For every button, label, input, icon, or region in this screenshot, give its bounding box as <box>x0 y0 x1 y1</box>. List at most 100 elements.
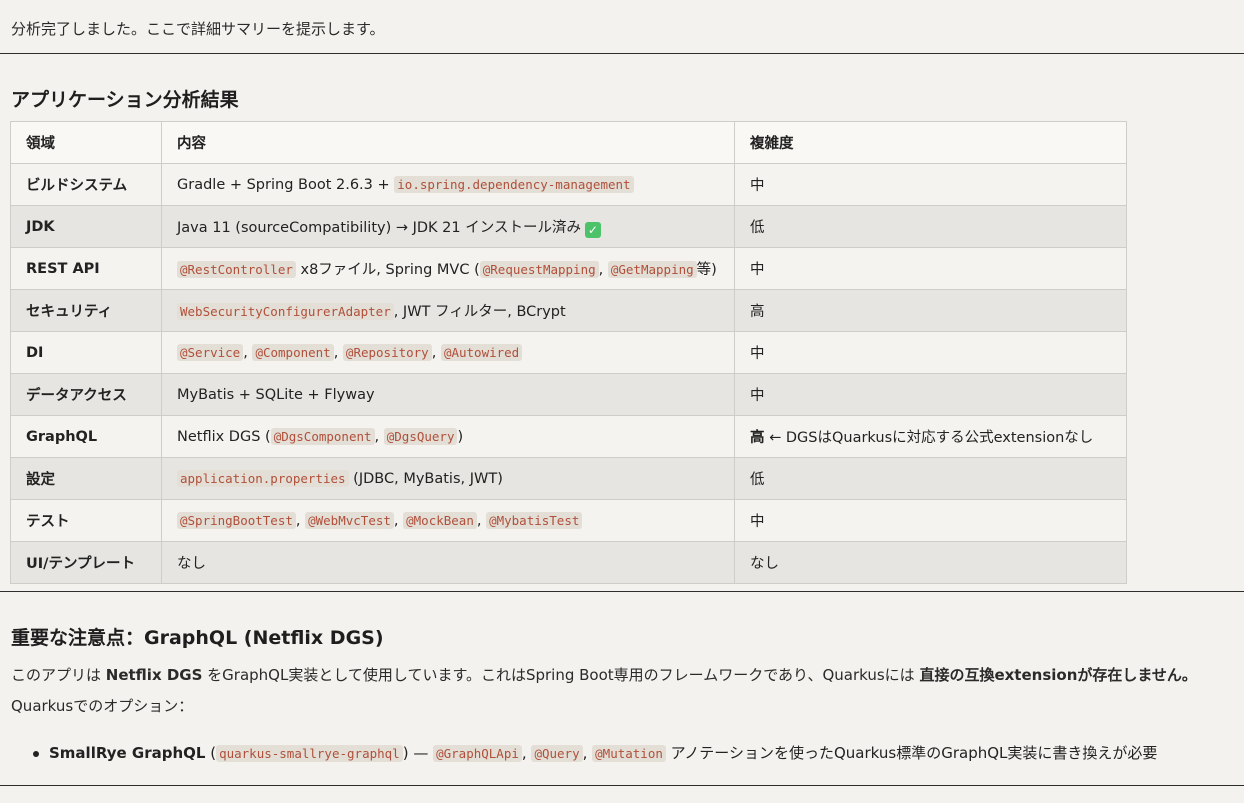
cell-content: MyBatis + SQLite + Flyway <box>161 373 735 416</box>
cell-area: 設定 <box>10 457 162 500</box>
text-segment: 中 <box>750 178 765 194</box>
text-segment: 低 <box>750 472 765 488</box>
text-segment: アノテーションを使ったQuarkus標準のGraphQL実装に書き換えが必要 <box>665 744 1158 762</box>
text-segment: , <box>598 262 608 278</box>
inline-code: @Component <box>252 343 334 361</box>
cell-area: DI <box>10 331 162 374</box>
bold-text: SmallRye GraphQL <box>49 744 206 762</box>
cell-complexity: 低 <box>734 457 1127 500</box>
check-icon: ✓ <box>584 221 601 238</box>
text-segment: 中 <box>750 346 765 362</box>
inline-code: WebSecurityConfigurerAdapter <box>177 303 394 320</box>
text-segment: (JDBC, MyBatis, JWT) <box>348 470 503 487</box>
note-paragraph: このアプリは Netflix DGS をGraphQL実装として使用しています。… <box>11 664 1197 686</box>
text-segment: 等) <box>696 262 717 278</box>
text-segment: x8ファイル, Spring MVC ( <box>295 262 480 278</box>
text-segment: , <box>476 512 487 529</box>
cell-complexity: 高 <box>734 289 1127 332</box>
inline-code: @RestController <box>177 261 296 278</box>
inline-code: quarkus-smallrye-graphql <box>216 745 403 762</box>
inline-code: @GraphQLApi <box>433 745 522 762</box>
bold-text: 直接の互換extensionが存在しません。 <box>919 666 1197 684</box>
text-segment: 中 <box>750 262 765 278</box>
text-segment: , <box>521 744 532 762</box>
cell-complexity: 中 <box>734 247 1127 290</box>
cell-content: Java 11 (sourceCompatibility) → JDK 21 イ… <box>161 205 735 248</box>
inline-code: @Query <box>531 745 583 762</box>
cell-content: @RestController x8ファイル, Spring MVC (@Req… <box>161 247 735 290</box>
cell-area: REST API <box>10 247 162 290</box>
inline-code: @MockBean <box>403 511 477 529</box>
text-segment: Gradle + Spring Boot 2.6.3 + <box>177 176 395 193</box>
table-header-row: 領域 内容 複雑度 <box>10 121 1127 164</box>
section-title-analysis: アプリケーション分析結果 <box>11 89 239 111</box>
text-segment: , <box>333 344 343 361</box>
cell-complexity: 中 <box>734 373 1127 416</box>
text-segment: 中 <box>750 514 765 530</box>
options-list: SmallRye GraphQL (quarkus-smallrye-graph… <box>11 742 1157 765</box>
inline-code: @DgsComponent <box>270 427 375 445</box>
text-segment: , <box>582 744 593 762</box>
bold-text: Netflix DGS <box>105 666 203 684</box>
text-segment: Java 11 (sourceCompatibility) → JDK 21 イ… <box>177 219 581 236</box>
cell-complexity: なし <box>734 541 1127 584</box>
text-segment: なし <box>177 556 206 572</box>
cell-area: JDK <box>10 205 162 248</box>
cell-content: application.properties (JDBC, MyBatis, J… <box>161 457 735 500</box>
cell-area: テスト <box>10 499 162 542</box>
table-row: ビルドシステム Gradle + Spring Boot 2.6.3 + io.s… <box>10 163 1127 206</box>
divider <box>0 591 1244 592</box>
inline-code: @SpringBootTest <box>177 511 296 529</box>
table-row: REST API @RestController x8ファイル, Spring M… <box>10 247 1127 290</box>
inline-code: @MybatisTest <box>486 511 583 529</box>
text-segment: ) — <box>402 744 434 762</box>
inline-code: @WebMvcTest <box>305 511 394 529</box>
bullet-icon <box>33 751 39 757</box>
cell-content: Netflix DGS (@DgsComponent, @DgsQuery) <box>161 415 735 458</box>
text-segment: このアプリは <box>11 666 106 684</box>
inline-code: @Autowired <box>440 343 523 361</box>
inline-code: application.properties <box>177 469 349 487</box>
text-segment: 高 <box>750 304 765 320</box>
analysis-table: 領域 内容 複雑度 ビルドシステム Gradle + Spring Boot 2.… <box>10 121 1127 584</box>
column-header-area: 領域 <box>10 121 162 164</box>
cell-complexity: 高 ← DGSはQuarkusに対応する公式extensionなし <box>734 415 1127 458</box>
table-body: ビルドシステム Gradle + Spring Boot 2.6.3 + io.s… <box>10 163 1127 584</box>
column-header-complexity: 複雑度 <box>734 121 1127 164</box>
table-row: UI/テンプレート なし なし <box>10 541 1127 584</box>
table-row: セキュリティ WebSecurityConfigurerAdapter, JWT … <box>10 289 1127 332</box>
cell-area: UI/テンプレート <box>10 541 162 584</box>
intro-text: 分析完了しました。ここで詳細サマリーを提示します。 <box>11 20 385 38</box>
inline-code: @Mutation <box>592 745 666 762</box>
text-segment: , <box>431 344 441 361</box>
cell-area: データアクセス <box>10 373 162 416</box>
cell-content: @Service, @Component, @Repository, @Auto… <box>161 331 735 374</box>
cell-content: WebSecurityConfigurerAdapter, JWT フィルター,… <box>161 289 735 332</box>
section-title-graphql-note: 重要な注意点：GraphQL (Netflix DGS) <box>11 627 384 649</box>
table-row: GraphQL Netflix DGS (@DgsComponent, @DgsQ… <box>10 415 1127 458</box>
text-segment: , <box>374 428 384 445</box>
text-segment: , <box>393 512 404 529</box>
cell-complexity: 中 <box>734 331 1127 374</box>
text-segment: 中 <box>750 388 765 404</box>
cell-content: Gradle + Spring Boot 2.6.3 + io.spring.d… <box>161 163 735 206</box>
inline-code: io.spring.dependency-management <box>394 175 634 193</box>
text-segment: なし <box>750 556 779 572</box>
cell-area: GraphQL <box>10 415 162 458</box>
table-row: 設定 application.properties (JDBC, MyBatis,… <box>10 457 1127 500</box>
divider <box>0 53 1244 54</box>
text-segment: , JWT フィルター, BCrypt <box>393 304 566 320</box>
text-segment: MyBatis + SQLite + Flyway <box>177 386 375 403</box>
inline-code: @GetMapping <box>607 261 697 278</box>
cell-complexity: 中 <box>734 163 1127 206</box>
text-segment: 低 <box>750 220 765 236</box>
text-segment: ( <box>205 744 217 762</box>
cell-content: @SpringBootTest, @WebMvcTest, @MockBean,… <box>161 499 735 542</box>
text-segment: ) <box>457 428 464 445</box>
divider <box>0 785 1244 786</box>
text-segment: ← DGSはQuarkusに対応する公式extensionなし <box>764 430 1094 446</box>
list-item: SmallRye GraphQL (quarkus-smallrye-graph… <box>11 742 1157 765</box>
column-header-content: 内容 <box>161 121 735 164</box>
inline-code: @Service <box>177 343 244 361</box>
text-segment: , <box>295 512 306 529</box>
